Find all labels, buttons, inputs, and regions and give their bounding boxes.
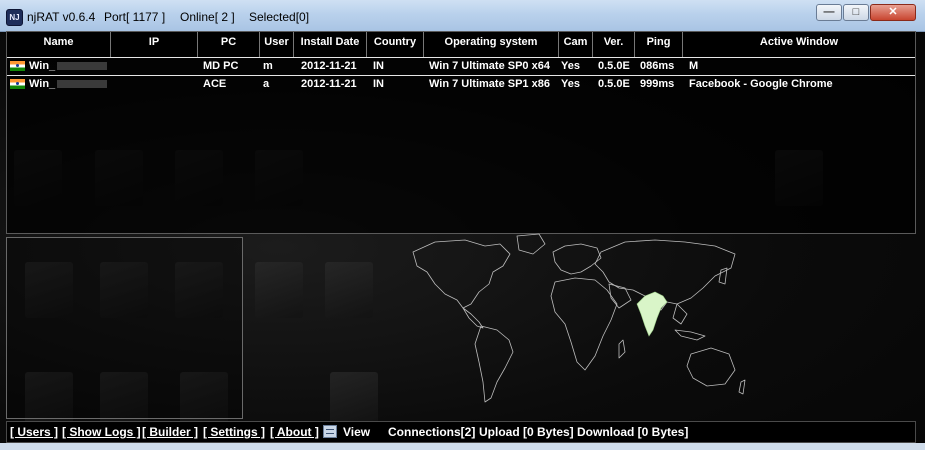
- preview-panel: [6, 237, 243, 419]
- njrat-app-icon: NJ: [6, 9, 23, 26]
- desktop-shortcut-icon: [330, 372, 378, 428]
- desktop-shortcut-icon: [325, 262, 373, 318]
- map-indonesia: [674, 329, 706, 341]
- map-india-highlight: [636, 291, 668, 337]
- cell-name: Win_: [27, 76, 111, 93]
- cell-ping: 999ms: [640, 78, 675, 90]
- column-header-cam[interactable]: Cam: [559, 32, 593, 57]
- app-title: njRAT v0.6.4: [27, 10, 96, 24]
- upload-counter: Upload [0 Bytes]: [479, 425, 574, 439]
- desktop-shortcut-icon: [255, 262, 303, 318]
- cell-install-date: 2012-11-21: [301, 60, 357, 72]
- column-header-ip[interactable]: IP: [111, 32, 198, 57]
- world-map-graphic: [412, 233, 746, 403]
- about-button[interactable]: [ About ]: [270, 425, 319, 439]
- column-header-ping[interactable]: Ping: [635, 32, 683, 57]
- cell-install-date: 2012-11-21: [301, 78, 357, 90]
- window-frame-bottom: [0, 443, 925, 450]
- cell-ping: 086ms: [640, 60, 675, 72]
- cell-user: m: [263, 60, 273, 72]
- map-madagascar: [618, 339, 626, 359]
- maximize-button[interactable]: □: [843, 4, 869, 21]
- map-south-america: [474, 325, 514, 403]
- status-bar: [ Users ] [ Show Logs ] [ Builder ] [ Se…: [6, 421, 916, 443]
- close-button[interactable]: ✕: [870, 4, 916, 21]
- port-indicator: Port[ 1177 ]: [104, 10, 166, 24]
- cell-active-window: M: [689, 60, 699, 72]
- map-greenland: [516, 233, 546, 255]
- cell-name: Win_: [27, 58, 111, 75]
- cell-cam: Yes: [561, 60, 580, 72]
- world-map: [405, 232, 750, 412]
- column-header-operating-system[interactable]: Operating system: [424, 32, 559, 57]
- cell-user: a: [263, 78, 270, 90]
- cell-ip: [113, 76, 198, 93]
- client-list-header: Name IP PC User Install Date Country Ope…: [7, 32, 915, 58]
- map-new-zealand: [738, 379, 746, 395]
- cell-country: IN: [373, 78, 384, 90]
- map-central-america: [462, 307, 484, 329]
- minimize-button[interactable]: —: [816, 4, 842, 21]
- close-icon: ✕: [888, 6, 898, 18]
- cell-ip: [113, 58, 198, 75]
- users-button[interactable]: [ Users ]: [10, 425, 58, 439]
- cell-ver: 0.5.0E: [598, 78, 630, 90]
- map-north-america: [412, 239, 511, 309]
- cell-pc: ACE: [203, 78, 227, 90]
- selected-indicator: Selected[0]: [249, 10, 310, 24]
- cell-operating-system: Win 7 Ultimate SP1 x86: [429, 78, 550, 90]
- view-button[interactable]: View: [343, 425, 370, 439]
- title-bar[interactable]: NJ njRAT v0.6.4 Port[ 1177 ] Online[ 2 ]…: [0, 0, 925, 32]
- show-logs-button[interactable]: [ Show Logs ]: [62, 425, 141, 439]
- india-flag-icon: [10, 61, 25, 71]
- table-row[interactable]: Win_ MD PC m 2012-11-21 IN Win 7 Ultimat…: [7, 57, 915, 75]
- table-row[interactable]: Win_ ACE a 2012-11-21 IN Win 7 Ultimate …: [7, 75, 915, 93]
- cell-operating-system: Win 7 Ultimate SP0 x64: [429, 60, 550, 72]
- map-southeast-asia: [672, 303, 688, 325]
- download-counter: Download [0 Bytes]: [577, 425, 689, 439]
- column-header-user[interactable]: User: [260, 32, 294, 57]
- map-europe: [552, 243, 602, 275]
- india-flag-icon: [10, 79, 25, 89]
- column-header-name[interactable]: Name: [7, 32, 111, 57]
- minimize-icon: —: [823, 6, 835, 18]
- cell-cam: Yes: [561, 78, 580, 90]
- column-header-install-date[interactable]: Install Date: [294, 32, 367, 57]
- cell-country: IN: [373, 60, 384, 72]
- view-icon[interactable]: [323, 425, 337, 438]
- column-header-active-window[interactable]: Active Window: [683, 32, 915, 57]
- column-header-ver[interactable]: Ver.: [593, 32, 635, 57]
- map-arabia: [608, 283, 632, 309]
- map-africa: [550, 277, 618, 371]
- maximize-icon: □: [852, 6, 860, 18]
- cell-ver: 0.5.0E: [598, 60, 630, 72]
- client-list[interactable]: Name IP PC User Install Date Country Ope…: [6, 31, 916, 234]
- column-header-pc[interactable]: PC: [198, 32, 260, 57]
- column-header-country[interactable]: Country: [367, 32, 424, 57]
- connections-counter: Connections[2]: [388, 425, 476, 439]
- cell-pc: MD PC: [203, 60, 239, 72]
- online-indicator: Online[ 2 ]: [180, 10, 235, 24]
- settings-button[interactable]: [ Settings ]: [203, 425, 265, 439]
- map-australia: [686, 347, 736, 387]
- builder-button[interactable]: [ Builder ]: [142, 425, 198, 439]
- cell-active-window: Facebook - Google Chrome: [689, 78, 833, 90]
